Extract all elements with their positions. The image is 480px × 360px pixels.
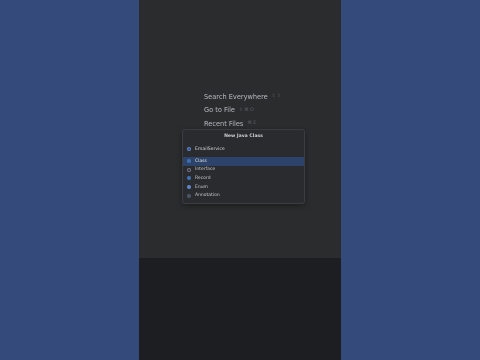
class-name-value: EmailService <box>195 146 225 152</box>
hint-label: Go to File <box>204 106 235 114</box>
empty-editor-hints: Search Everywhere ⇧ ⇧ Go to File ⇧ ⌘ O R… <box>204 90 304 131</box>
kind-item-interface[interactable]: Interface <box>183 166 304 175</box>
hint-label: Search Everywhere <box>204 92 268 101</box>
hint-label: Recent Files <box>204 119 244 128</box>
dialog-title: New Java Class <box>224 134 263 139</box>
kind-item-class[interactable]: Class <box>183 157 304 166</box>
kind-label: Interface <box>195 167 216 173</box>
enum-icon <box>187 185 191 190</box>
class-icon <box>187 159 191 164</box>
ide-screen: Search Everywhere ⇧ ⇧ Go to File ⇧ ⌘ O R… <box>139 0 341 360</box>
kind-label: Enum <box>195 184 208 190</box>
hint-go-to-file: Go to File ⇧ ⌘ O <box>204 104 304 117</box>
new-java-class-dialog: New Java Class EmailService Class Interf… <box>182 129 305 204</box>
record-icon <box>187 176 191 181</box>
hint-shortcut: ⇧ ⌘ O <box>239 107 254 113</box>
hint-shortcut: ⌘ E <box>247 121 257 126</box>
kind-item-annotation[interactable]: Annotation <box>183 191 304 200</box>
editor-area: Search Everywhere ⇧ ⇧ Go to File ⇧ ⌘ O R… <box>139 0 341 258</box>
annotation-icon <box>187 193 191 198</box>
hint-search-everywhere: Search Everywhere ⇧ ⇧ <box>204 90 304 103</box>
interface-icon <box>187 167 191 172</box>
hint-shortcut: ⇧ ⇧ <box>271 94 281 99</box>
class-name-input[interactable]: EmailService <box>187 145 300 153</box>
kind-label: Record <box>195 175 211 181</box>
kind-label: Class <box>195 158 207 164</box>
bottom-panel <box>139 258 341 360</box>
class-kind-list: Class Interface Record Enum Annotation <box>183 157 304 200</box>
kind-label: Annotation <box>195 193 220 199</box>
kind-item-enum[interactable]: Enum <box>183 183 304 192</box>
kind-item-record[interactable]: Record <box>183 174 304 183</box>
class-icon <box>187 147 191 151</box>
